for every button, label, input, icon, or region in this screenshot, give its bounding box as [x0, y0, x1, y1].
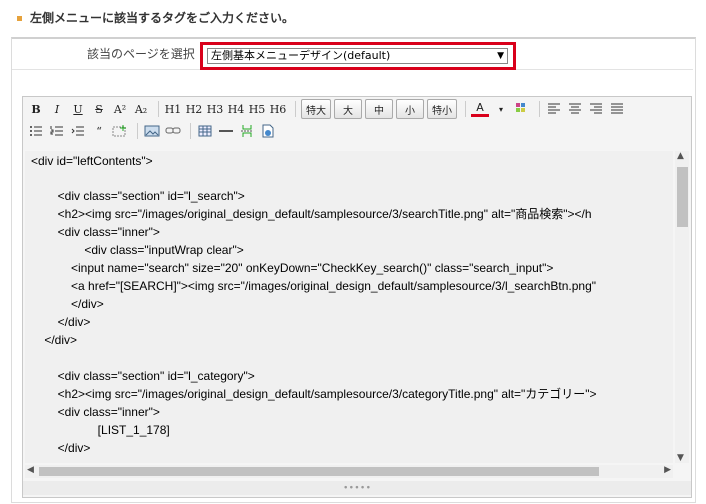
scroll-right-icon[interactable]: ▶ — [664, 465, 671, 475]
blockquote-button[interactable]: “ — [90, 122, 108, 140]
chevron-down-icon: ▼ — [497, 51, 504, 61]
scroll-thumb[interactable] — [677, 167, 688, 227]
page-select[interactable]: 左側基本メニューデザイン(default) ▼ — [207, 48, 508, 64]
font-size-xsmall-button[interactable]: 特小 — [427, 99, 457, 119]
html-source-textarea[interactable]: <div id="leftContents"> <div class="sect… — [25, 151, 673, 463]
page-select-value: 左側基本メニューデザイン(default) — [211, 49, 391, 62]
code-line: <div class="inputWrap clear"> — [31, 243, 244, 257]
vertical-scrollbar[interactable]: ▲ ▼ — [675, 151, 689, 463]
strikethrough-button[interactable]: S — [90, 100, 108, 118]
code-line: </div> — [31, 441, 91, 455]
insert-link-icon[interactable] — [164, 122, 182, 140]
insert-table-icon[interactable] — [196, 122, 214, 140]
editor-toolbar: B I U S A² A₂ H1 H2 H3 H4 H5 H6 特大 大 中 小… — [23, 97, 691, 150]
insert-div-icon[interactable] — [111, 122, 129, 140]
code-line: </div> — [31, 315, 91, 329]
h4-button[interactable]: H4 — [227, 100, 245, 118]
code-line: <input name="search" size="20" onKeyDown… — [31, 261, 554, 275]
scroll-left-icon[interactable]: ◀ — [27, 465, 34, 475]
page: 左側メニューに該当するタグをご入力ください。 該当のページを選択 左側基本メニュ… — [0, 0, 706, 504]
heading-text: 左側メニューに該当するタグをご入力ください。 — [30, 11, 295, 25]
font-size-xlarge-button[interactable]: 特大 — [301, 99, 331, 119]
align-right-icon[interactable] — [587, 100, 605, 118]
page-break-icon[interactable] — [238, 122, 256, 140]
page-select-highlight: 左側基本メニューデザイン(default) ▼ — [200, 42, 516, 70]
subscript-button[interactable]: A₂ — [132, 100, 150, 118]
font-size-large-button[interactable]: 大 — [334, 99, 362, 119]
insert-image-icon[interactable] — [143, 122, 161, 140]
code-line: <h2><img src="/images/original_design_de… — [31, 387, 597, 401]
code-line: </div> — [31, 333, 78, 347]
code-line: <a href="[SEARCH]"><img src="/images/ori… — [31, 279, 596, 293]
align-justify-icon[interactable] — [608, 100, 626, 118]
toolbar-divider — [465, 101, 466, 117]
toolbar-divider — [539, 101, 540, 117]
h5-button[interactable]: H5 — [248, 100, 266, 118]
code-line: <div class="section" id="l_category"> — [31, 369, 255, 383]
bulleted-list-icon[interactable] — [27, 122, 45, 140]
italic-button[interactable]: I — [48, 100, 66, 118]
section-heading: 左側メニューに該当するタグをご入力ください。 — [17, 8, 294, 28]
code-line: <h2><img src="/images/original_design_de… — [31, 207, 592, 221]
horizontal-rule-icon[interactable] — [217, 122, 235, 140]
insert-media-icon[interactable] — [259, 122, 277, 140]
font-size-medium-button[interactable]: 中 — [365, 99, 393, 119]
h1-button[interactable]: H1 — [164, 100, 182, 118]
underline-button[interactable]: U — [69, 100, 87, 118]
code-line: <div id="leftContents"> — [31, 154, 153, 168]
text-color-button[interactable]: A — [471, 101, 489, 117]
code-line: </div> — [31, 297, 104, 311]
toolbar-row-1: B I U S A² A₂ H1 H2 H3 H4 H5 H6 特大 大 中 小… — [27, 99, 629, 119]
numbered-list-icon[interactable] — [48, 122, 66, 140]
indent-icon[interactable] — [69, 122, 87, 140]
editor-frame: 該当のページを選択 左側基本メニューデザイン(default) ▼ B I U … — [11, 37, 696, 503]
code-line: <div class="section" id="l_search"> — [31, 189, 245, 203]
rich-text-editor: B I U S A² A₂ H1 H2 H3 H4 H5 H6 特大 大 中 小… — [22, 96, 692, 498]
h3-button[interactable]: H3 — [206, 100, 224, 118]
toolbar-divider — [158, 101, 159, 117]
h2-button[interactable]: H2 — [185, 100, 203, 118]
code-line: <div class="inner"> — [31, 405, 160, 419]
h6-button[interactable]: H6 — [269, 100, 287, 118]
highlight-color-icon[interactable] — [513, 100, 531, 118]
toolbar-divider — [295, 101, 296, 117]
toolbar-row-2: “ — [27, 121, 280, 141]
align-center-icon[interactable] — [566, 100, 584, 118]
bullet-icon — [17, 15, 22, 21]
page-select-label: 該当のページを選択 — [87, 47, 195, 61]
chevron-down-icon[interactable]: ▾ — [492, 100, 510, 118]
code-line: <div class="inner"> — [31, 225, 160, 239]
toolbar-divider — [190, 123, 191, 139]
bold-button[interactable]: B — [27, 100, 45, 118]
superscript-button[interactable]: A² — [111, 100, 129, 118]
align-left-icon[interactable] — [545, 100, 563, 118]
scroll-up-icon[interactable]: ▲ — [677, 151, 684, 161]
font-size-small-button[interactable]: 小 — [396, 99, 424, 119]
resize-handle[interactable]: ∙∙∙∙∙ — [23, 481, 691, 495]
code-line: [LIST_1_178] — [31, 423, 170, 437]
scroll-thumb[interactable] — [39, 467, 599, 476]
toolbar-divider — [137, 123, 138, 139]
horizontal-scrollbar[interactable]: ◀ ▶ — [25, 465, 673, 478]
scroll-down-icon[interactable]: ▼ — [677, 453, 684, 463]
page-select-row: 該当のページを選択 左側基本メニューデザイン(default) ▼ — [12, 39, 693, 70]
